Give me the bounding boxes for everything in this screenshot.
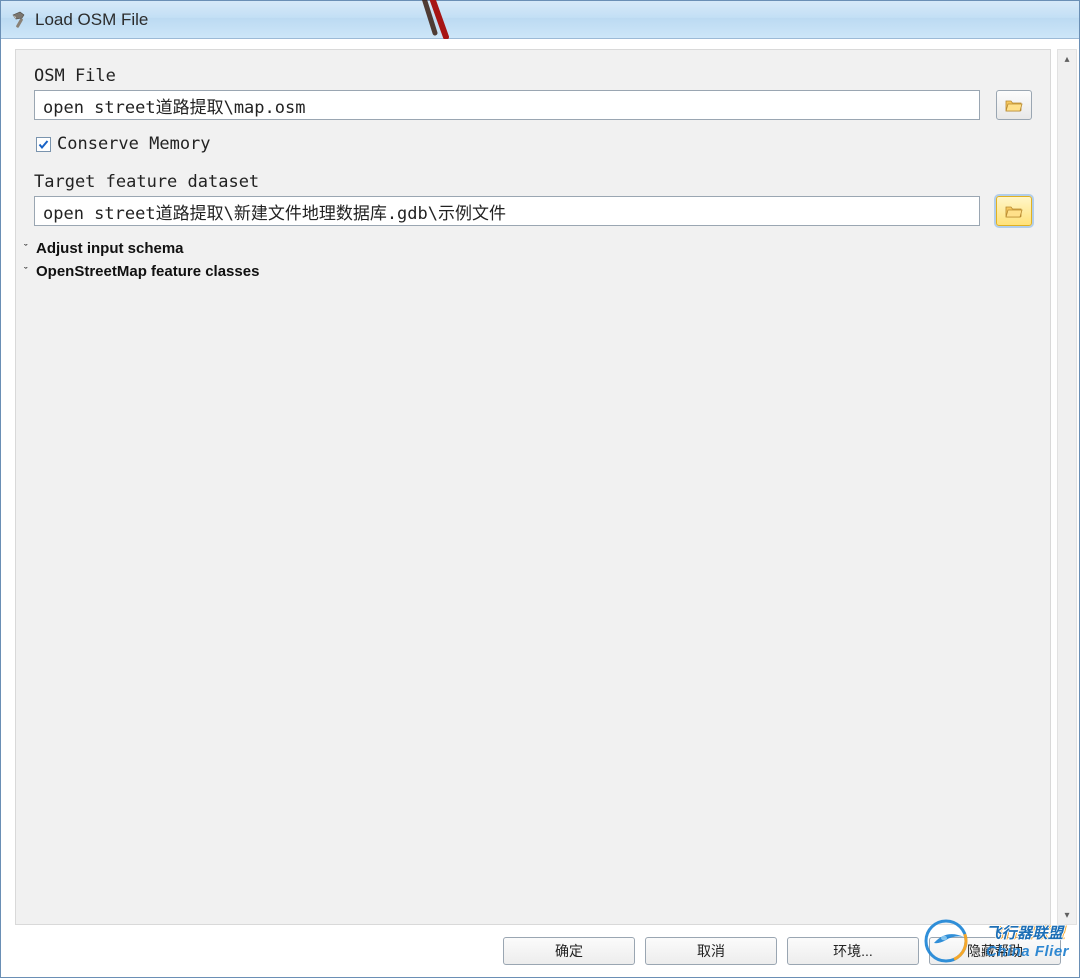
target-dataset-browse-button[interactable] bbox=[996, 196, 1032, 226]
conserve-memory-label: Conserve Memory bbox=[57, 134, 211, 154]
target-dataset-input[interactable]: open street道路提取\新建文件地理数据库.gdb\示例文件 bbox=[34, 196, 980, 226]
section-label: OpenStreetMap feature classes bbox=[36, 263, 259, 280]
chevron-down-icon: ˇ bbox=[24, 265, 34, 278]
window-body: OSM File open street道路提取\map.osm bbox=[1, 39, 1079, 977]
osm-file-row: open street道路提取\map.osm bbox=[34, 90, 1032, 120]
load-osm-file-window: Load OSM File OSM File open street道路提取\m… bbox=[0, 0, 1080, 978]
scroll-up-arrow-icon[interactable]: ▴ bbox=[1058, 50, 1076, 68]
window-title: Load OSM File bbox=[35, 10, 148, 30]
ok-button[interactable]: 确定 bbox=[503, 937, 635, 965]
conserve-memory-row: Conserve Memory bbox=[36, 134, 1032, 154]
osm-file-input[interactable]: open street道路提取\map.osm bbox=[34, 90, 980, 120]
vertical-scrollbar[interactable]: ▴ ▾ bbox=[1057, 49, 1077, 925]
section-label: Adjust input schema bbox=[36, 240, 184, 257]
content-wrap: OSM File open street道路提取\map.osm bbox=[1, 39, 1079, 925]
hide-help-button[interactable]: 隐藏帮助 bbox=[929, 937, 1061, 965]
environments-button[interactable]: 环境... bbox=[787, 937, 919, 965]
cancel-button[interactable]: 取消 bbox=[645, 937, 777, 965]
osm-file-label: OSM File bbox=[34, 66, 1032, 86]
folder-open-icon bbox=[1005, 98, 1023, 112]
conserve-memory-checkbox[interactable] bbox=[36, 137, 51, 152]
chevron-down-icon: ˇ bbox=[24, 242, 34, 255]
form-panel: OSM File open street道路提取\map.osm bbox=[15, 49, 1051, 925]
osm-file-browse-button[interactable] bbox=[996, 90, 1032, 120]
target-dataset-row: open street道路提取\新建文件地理数据库.gdb\示例文件 bbox=[34, 196, 1032, 226]
titlebar[interactable]: Load OSM File bbox=[1, 1, 1079, 39]
bottom-button-bar: 确定 取消 环境... 隐藏帮助 bbox=[1, 925, 1079, 977]
section-adjust-input-schema[interactable]: ˇ Adjust input schema bbox=[24, 240, 1032, 257]
check-icon bbox=[38, 139, 49, 150]
scroll-down-arrow-icon[interactable]: ▾ bbox=[1058, 906, 1076, 924]
folder-open-icon bbox=[1005, 204, 1023, 218]
hammer-icon bbox=[9, 10, 29, 30]
section-osm-feature-classes[interactable]: ˇ OpenStreetMap feature classes bbox=[24, 263, 1032, 280]
target-dataset-label: Target feature dataset bbox=[34, 172, 1032, 192]
